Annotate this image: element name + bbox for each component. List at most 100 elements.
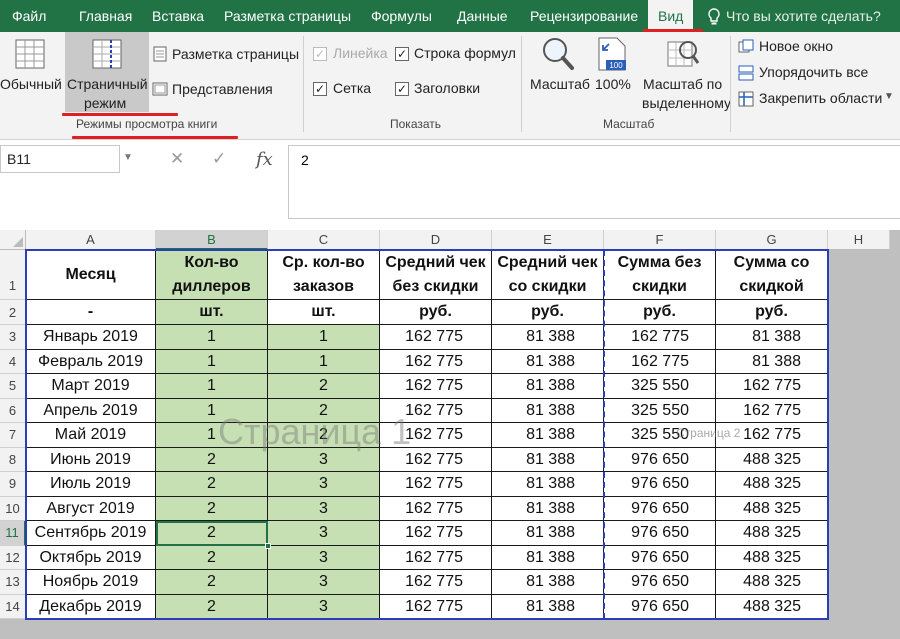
table-cell[interactable]: 2	[156, 472, 268, 497]
tab-review[interactable]: Рецензирование	[530, 0, 638, 32]
column-header-b[interactable]: B	[156, 230, 268, 250]
table-cell[interactable]: 2	[156, 570, 268, 595]
column-header-h[interactable]: H	[828, 230, 890, 250]
table-cell[interactable]: Октябрь 2019	[26, 545, 156, 570]
table-cell[interactable]: 81 388	[492, 594, 604, 619]
table-cell[interactable]: 3	[268, 594, 380, 619]
table-cell[interactable]: Август 2019	[26, 496, 156, 521]
unit-cell[interactable]: -	[26, 300, 156, 325]
tab-page-layout[interactable]: Разметка страницы	[224, 0, 351, 32]
ruler-checkbox[interactable]: ✓	[313, 47, 327, 61]
header-cell[interactable]: Сумма со скидкой	[716, 250, 828, 300]
table-cell[interactable]: Сентябрь 2019	[26, 521, 156, 546]
unit-cell[interactable]: шт.	[268, 300, 380, 325]
name-box[interactable]: B11	[0, 145, 120, 173]
table-cell[interactable]: 3	[268, 472, 380, 497]
fill-handle[interactable]	[265, 542, 271, 549]
header-cell[interactable]: Месяц	[26, 250, 156, 300]
header-cell[interactable]: Кол-во диллеров	[156, 250, 268, 300]
header-cell[interactable]: Средний чек со скидки	[492, 250, 604, 300]
table-cell[interactable]: 162 775	[380, 325, 492, 350]
table-cell[interactable]: 162 775	[380, 496, 492, 521]
table-cell[interactable]: 488 325	[716, 472, 828, 497]
table-cell[interactable]: 2	[156, 521, 268, 546]
row-header-2[interactable]: 2	[0, 300, 26, 325]
gridlines-checkbox[interactable]: ✓	[313, 82, 327, 96]
table-cell[interactable]: Ноябрь 2019	[26, 570, 156, 595]
column-header-d[interactable]: D	[380, 230, 492, 250]
table-cell[interactable]: 162 775	[380, 374, 492, 399]
tell-me-search[interactable]: Что вы хотите сделать?	[726, 0, 881, 32]
table-cell[interactable]: 162 775	[380, 447, 492, 472]
table-cell[interactable]: 325 550	[604, 374, 716, 399]
table-cell[interactable]: 2	[156, 594, 268, 619]
table-cell[interactable]: 488 325	[716, 521, 828, 546]
table-cell[interactable]: 1	[156, 398, 268, 423]
table-cell[interactable]: 162 775	[716, 374, 828, 399]
freeze-panes-button[interactable]: Закрепить области ▼	[738, 88, 900, 110]
tab-view[interactable]: Вид	[648, 0, 694, 32]
column-header-a[interactable]: A	[26, 230, 156, 250]
unit-cell[interactable]: руб.	[716, 300, 828, 325]
tab-data[interactable]: Данные	[457, 0, 508, 32]
table-cell[interactable]: 162 775	[380, 472, 492, 497]
table-cell[interactable]: 162 775	[380, 545, 492, 570]
header-cell[interactable]: Сумма без скидки	[604, 250, 716, 300]
table-cell[interactable]: 2	[156, 545, 268, 570]
table-cell[interactable]: 488 325	[716, 594, 828, 619]
row-header-6[interactable]: 6	[0, 398, 26, 423]
column-header-e[interactable]: E	[492, 230, 604, 250]
table-cell[interactable]: 162 775	[380, 570, 492, 595]
row-header-1[interactable]: 1	[0, 250, 26, 300]
table-cell[interactable]: 162 775	[380, 521, 492, 546]
table-cell[interactable]: 325 550	[604, 398, 716, 423]
table-cell[interactable]: 976 650	[604, 496, 716, 521]
column-header-c[interactable]: C	[268, 230, 380, 250]
unit-cell[interactable]: руб.	[380, 300, 492, 325]
formula-bar-checkbox[interactable]: ✓	[395, 47, 409, 61]
table-cell[interactable]: 81 388	[492, 496, 604, 521]
row-header-10[interactable]: 10	[0, 496, 26, 521]
unit-cell[interactable]: руб.	[604, 300, 716, 325]
table-cell[interactable]: 2	[156, 447, 268, 472]
unit-cell[interactable]: руб.	[492, 300, 604, 325]
table-cell[interactable]: 1	[268, 349, 380, 374]
table-cell[interactable]: 3	[268, 545, 380, 570]
tab-formulas[interactable]: Формулы	[371, 0, 432, 32]
table-cell[interactable]: 162 775	[380, 423, 492, 448]
table-cell[interactable]: 976 650	[604, 594, 716, 619]
table-cell[interactable]: 976 650	[604, 447, 716, 472]
enter-icon[interactable]: ✓	[212, 149, 226, 169]
table-cell[interactable]: 162 775	[380, 349, 492, 374]
table-cell[interactable]: 81 388	[492, 349, 604, 374]
custom-views-button[interactable]: Представления	[152, 79, 282, 101]
name-box-dropdown-icon[interactable]: ▼	[123, 152, 133, 163]
zoom-button[interactable]: Масштаб	[527, 34, 591, 114]
table-cell[interactable]: 81 388	[492, 423, 604, 448]
table-cell[interactable]: 1	[156, 349, 268, 374]
row-header-4[interactable]: 4	[0, 349, 26, 374]
arrange-all-button[interactable]: Упорядочить все	[738, 62, 898, 84]
table-cell[interactable]: Июнь 2019	[26, 447, 156, 472]
table-cell[interactable]: Апрель 2019	[26, 398, 156, 423]
table-cell[interactable]: 3	[268, 496, 380, 521]
table-cell[interactable]: 2	[156, 496, 268, 521]
tab-file[interactable]: Файл	[12, 0, 46, 32]
table-cell[interactable]: 488 325	[716, 447, 828, 472]
table-cell[interactable]: 162 775	[716, 423, 828, 448]
row-header-9[interactable]: 9	[0, 472, 26, 497]
table-cell[interactable]: Февраль 2019	[26, 349, 156, 374]
normal-view-button[interactable]: Обычный	[0, 34, 64, 114]
table-cell[interactable]: 81 388	[716, 349, 828, 374]
table-cell[interactable]: 3	[268, 447, 380, 472]
table-cell[interactable]: 976 650	[604, 570, 716, 595]
table-cell[interactable]: 1	[156, 325, 268, 350]
table-cell[interactable]: 2	[268, 398, 380, 423]
row-header-13[interactable]: 13	[0, 570, 26, 595]
table-cell[interactable]: 81 388	[492, 570, 604, 595]
table-cell[interactable]: Март 2019	[26, 374, 156, 399]
headings-checkbox[interactable]: ✓	[395, 82, 409, 96]
table-cell[interactable]: 81 388	[492, 545, 604, 570]
row-header-7[interactable]: 7	[0, 423, 26, 448]
insert-function-icon[interactable]: fx	[256, 149, 273, 170]
